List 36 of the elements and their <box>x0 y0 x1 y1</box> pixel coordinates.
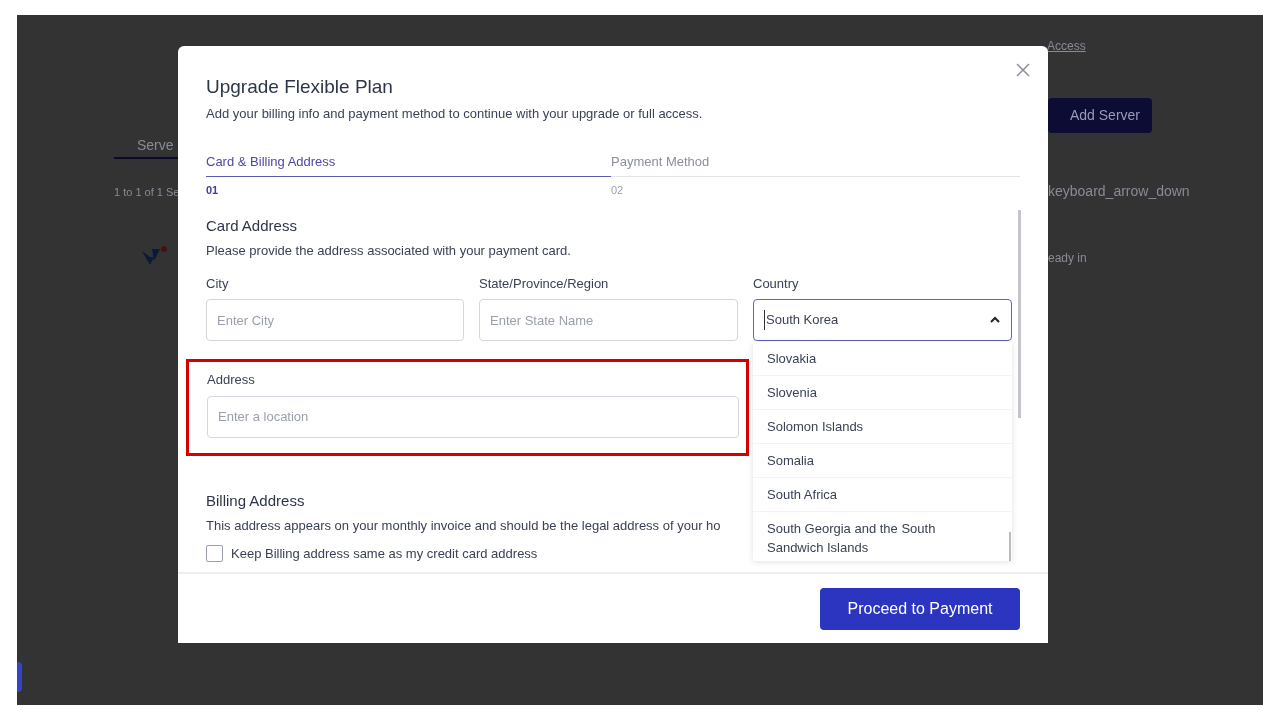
input-field[interactable]: Enter a location <box>207 395 739 438</box>
sort-text: keyboard_arrow_down <box>1048 182 1190 201</box>
checkbox-label: Keep Billing address same as my credit card address <box>231 544 538 563</box>
chevron-icon <box>989 316 1001 324</box>
step-tab[interactable]: Card & Billing Address 01 <box>206 151 611 199</box>
section-heading: Card Address <box>206 215 297 236</box>
section-description: This address appears on your monthly invoice and should be the legal address of your ho <box>206 517 721 535</box>
dropdown-option[interactable]: Slovenia <box>753 375 1012 410</box>
status-text: eady in <box>1048 250 1087 267</box>
dropdown-value: South Korea <box>764 310 839 330</box>
field-label: City <box>206 274 229 293</box>
section-heading: Billing Address <box>206 490 305 511</box>
link[interactable]: Access <box>1047 37 1086 55</box>
field-label: Address <box>207 371 255 389</box>
scrollbar-thumb[interactable] <box>1009 531 1011 561</box>
dropdown-option[interactable]: Somalia <box>753 443 1012 478</box>
logo-icon <box>140 245 168 267</box>
field-label: Country <box>753 274 799 293</box>
tab-underline <box>114 157 178 159</box>
dropdown-option[interactable]: Slovakia <box>753 341 1012 376</box>
close-icon[interactable] <box>1016 63 1030 77</box>
section-description: Please provide the address associated with your payment card. <box>206 242 571 260</box>
add-server-button[interactable]: Add Server <box>1048 98 1152 133</box>
dropdown-option[interactable]: South Africa <box>753 477 1012 512</box>
dialog-subtitle: Add your billing info and payment method to continue with your upgrade or full access. <box>206 105 703 123</box>
tab-label[interactable]: Serve <box>137 135 174 156</box>
dropdown-option[interactable]: South Georgia and the South Sandwich Islands <box>753 511 1012 561</box>
checkbox[interactable] <box>206 544 223 562</box>
dropdown-option[interactable]: Solomon Islands <box>753 409 1012 444</box>
proceed-button[interactable]: Proceed to Payment <box>820 587 1020 630</box>
input-field[interactable]: Enter City <box>206 299 464 341</box>
field-label: State/Province/Region <box>479 274 609 293</box>
country-dropdown[interactable]: South Korea <box>753 299 1012 341</box>
dialog-title: Upgrade Flexible Plan <box>206 76 393 98</box>
scrollbar-thumb[interactable] <box>1018 209 1021 418</box>
input-field[interactable]: Enter State Name <box>479 299 738 341</box>
